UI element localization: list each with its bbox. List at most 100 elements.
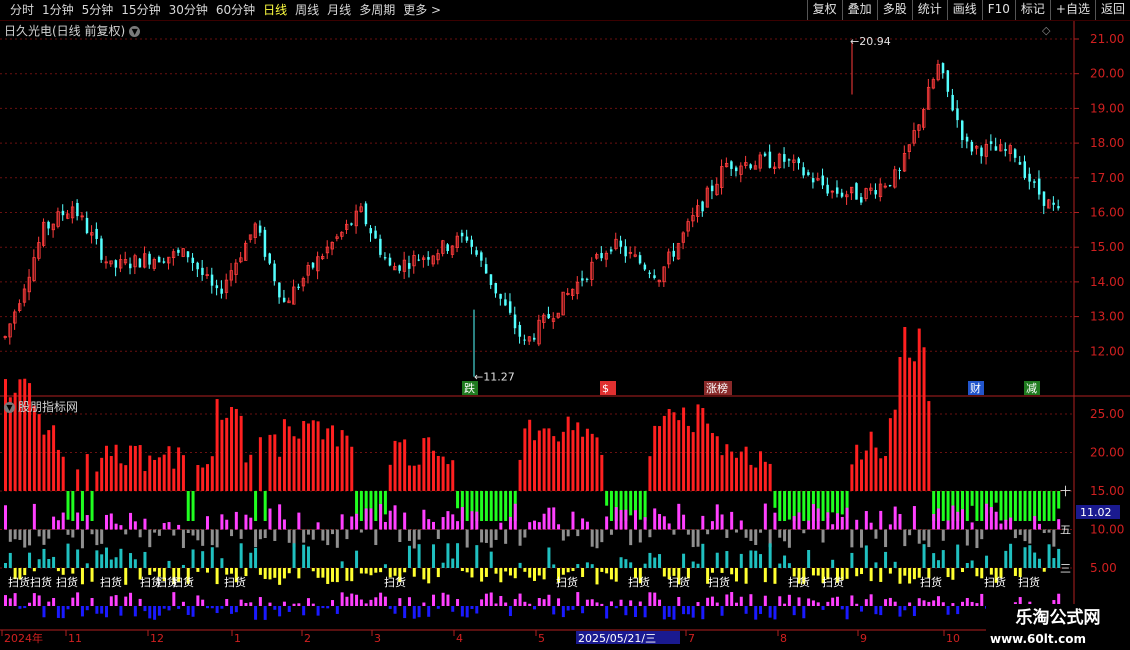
- chevron-down-icon[interactable]: ▼: [4, 402, 15, 413]
- green-bar: [254, 491, 258, 521]
- candle-body: [499, 293, 502, 299]
- chevron-down-icon[interactable]: ▼: [129, 26, 141, 37]
- magenta-bar: [855, 519, 859, 530]
- gray-bar: [258, 529, 262, 540]
- gray-bar: [523, 529, 527, 538]
- toolbar-button-7[interactable]: +自选: [1049, 0, 1095, 20]
- red-bar: [600, 454, 604, 491]
- green-bar: [383, 491, 387, 515]
- red-bar: [662, 415, 666, 491]
- yellow-bar: [614, 568, 618, 582]
- toolbar-button-8[interactable]: 返回: [1094, 0, 1130, 20]
- period-tab-8[interactable]: 月线: [323, 2, 355, 18]
- red-bar: [326, 428, 330, 491]
- red-bar: [210, 456, 214, 491]
- red-bar: [335, 446, 339, 491]
- candle-body: [1042, 191, 1046, 206]
- period-tab-9[interactable]: 多周期: [355, 2, 399, 18]
- bottom-magenta-bar: [47, 601, 51, 606]
- period-tab-2[interactable]: 5分钟: [78, 2, 118, 18]
- time-cursor-label: 2025/05/21/三: [578, 632, 656, 645]
- gray-bar: [359, 529, 363, 533]
- bottom-magenta-bar: [504, 602, 508, 606]
- yellow-bar: [412, 568, 416, 577]
- bottom-magenta-bar: [537, 598, 541, 606]
- red-bar: [523, 428, 527, 491]
- period-tab-7[interactable]: 周线: [291, 2, 323, 18]
- magenta-bar: [470, 511, 474, 530]
- bottom-magenta-bar: [350, 593, 354, 606]
- toolbar-button-3[interactable]: 统计: [911, 0, 947, 20]
- scan-label: 扫货: [920, 575, 942, 589]
- cyan-bar: [47, 559, 51, 568]
- candle-body: [191, 257, 195, 263]
- red-bar: [874, 447, 878, 491]
- cyan-bar: [590, 564, 594, 568]
- green-bar: [1018, 491, 1022, 521]
- bottom-magenta-bar: [783, 603, 787, 606]
- toolbar-button-2[interactable]: 多股: [876, 0, 912, 20]
- magenta-bar: [432, 521, 436, 530]
- gray-bar: [311, 529, 315, 540]
- green-bar: [840, 491, 844, 515]
- bottom-blue-bar: [403, 606, 407, 619]
- bottom-blue-bar: [230, 606, 234, 614]
- bottom-magenta-bar: [590, 599, 594, 606]
- cyan-bar: [66, 543, 70, 568]
- red-bar: [888, 418, 892, 491]
- toolbar-button-6[interactable]: 标记: [1014, 0, 1050, 20]
- cyan-bar: [1047, 544, 1051, 568]
- cyan-bar: [109, 559, 113, 568]
- toolbar-button-0[interactable]: 复权: [806, 0, 842, 20]
- green-bar: [1042, 491, 1046, 521]
- red-bar: [124, 465, 128, 491]
- toolbar-button-4[interactable]: 画线: [946, 0, 982, 20]
- red-bar: [677, 420, 681, 491]
- period-tab-10[interactable]: 更多 >: [399, 2, 445, 18]
- red-bar: [730, 451, 734, 491]
- magenta-bar: [946, 520, 950, 530]
- gray-bar: [398, 529, 402, 543]
- bottom-magenta-bar: [653, 592, 657, 606]
- cyan-bar: [658, 554, 662, 568]
- gray-bar: [412, 529, 416, 549]
- bottom-magenta-bar: [831, 597, 835, 606]
- scan-label: 扫货: [100, 575, 122, 589]
- cyan-bar: [8, 552, 12, 568]
- candle-body: [533, 337, 536, 340]
- red-bar: [537, 430, 541, 491]
- magenta-bar: [970, 522, 974, 530]
- yellow-bar: [427, 568, 431, 584]
- period-tab-4[interactable]: 30分钟: [165, 2, 212, 18]
- gray-bar: [254, 529, 258, 548]
- toolbar-button-1[interactable]: 叠加: [841, 0, 877, 20]
- scan-label: 扫货: [668, 575, 690, 589]
- stock-chart-canvas[interactable]: 21.0020.0019.0018.0017.0016.0015.0014.00…: [0, 0, 1130, 650]
- toolbar-button-5[interactable]: F10: [981, 0, 1015, 20]
- bottom-blue-bar: [605, 606, 609, 619]
- bottom-blue-bar: [302, 606, 306, 616]
- period-tab-1[interactable]: 1分钟: [38, 2, 78, 18]
- yellow-bar: [561, 568, 565, 575]
- yellow-bar: [513, 568, 517, 579]
- gray-bar: [321, 529, 325, 541]
- bottom-blue-bar: [686, 606, 690, 615]
- period-tab-3[interactable]: 15分钟: [117, 2, 164, 18]
- period-tab-5[interactable]: 60分钟: [212, 2, 259, 18]
- red-bar: [557, 441, 561, 491]
- green-bar: [456, 491, 460, 509]
- price-tick-label: 15.00: [1090, 240, 1124, 254]
- yellow-bar: [297, 568, 301, 579]
- bottom-blue-bar: [451, 606, 455, 612]
- period-tab-0[interactable]: 分时: [6, 2, 38, 18]
- cyan-bar: [956, 544, 960, 568]
- bottom-magenta-bar: [749, 594, 753, 606]
- red-bar: [432, 450, 436, 491]
- magenta-bar: [710, 521, 714, 530]
- bottom-magenta-bar: [850, 595, 854, 606]
- bottom-blue-bar: [80, 606, 84, 617]
- red-bar: [571, 430, 575, 491]
- period-tab-6[interactable]: 日线: [259, 2, 291, 18]
- bottom-blue-bar: [316, 606, 320, 616]
- indicator-tick-label: 5.00: [1090, 561, 1117, 575]
